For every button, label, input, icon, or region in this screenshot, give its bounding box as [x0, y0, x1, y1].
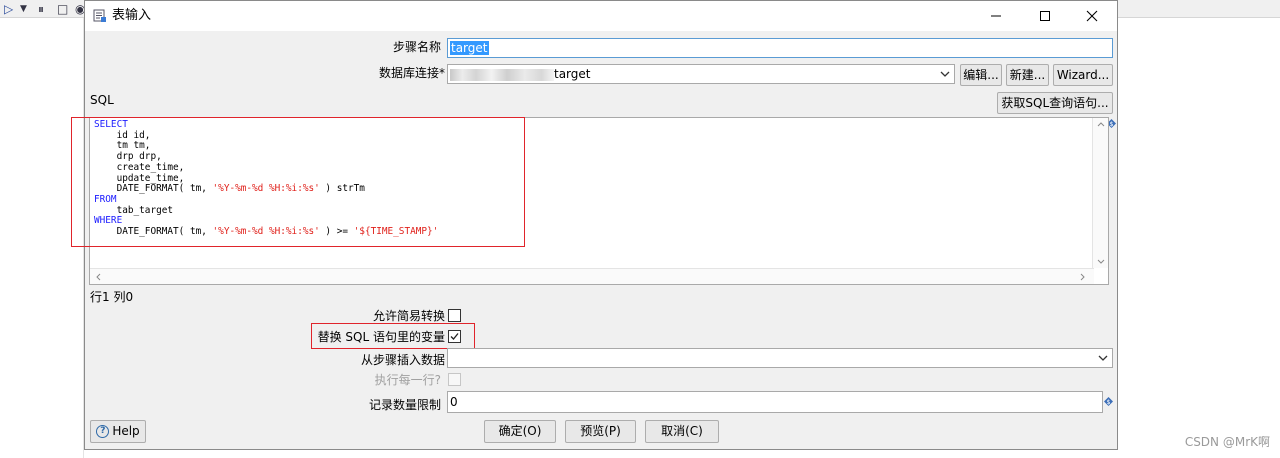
scroll-left-icon[interactable] — [95, 273, 101, 281]
step-name-label: 步骤名称 — [392, 40, 441, 54]
maximize-button[interactable] — [1022, 1, 1068, 31]
lazy-conversion-label: 允许简易转换 — [372, 309, 445, 323]
close-button[interactable] — [1069, 1, 1115, 31]
variable-icon: $ — [1104, 397, 1113, 406]
insert-from-step-select[interactable] — [447, 348, 1113, 368]
limit-value: 0 — [450, 395, 458, 409]
run-dropdown-icon[interactable]: ▼ — [20, 1, 27, 17]
step-name-value: target — [450, 41, 489, 55]
db-connection-value: target — [554, 67, 591, 81]
wizard-button[interactable]: Wizard... — [1053, 64, 1113, 86]
insert-from-step-label: 从步骤插入数据 — [360, 353, 445, 367]
get-sql-button[interactable]: 获取SQL查询语句... — [997, 92, 1113, 114]
cancel-button[interactable]: 取消(C) — [645, 420, 719, 443]
sql-label: SQL — [90, 93, 114, 107]
help-label: Help — [112, 424, 140, 438]
lazy-conversion-checkbox[interactable] — [448, 309, 461, 322]
horizontal-scrollbar[interactable] — [90, 268, 1094, 284]
db-connection-select[interactable]: target — [447, 64, 955, 84]
execute-each-row-checkbox — [448, 373, 461, 386]
title-bar: 表输入 — [85, 1, 1117, 31]
limit-label: 记录数量限制 — [368, 398, 441, 412]
replace-variables-highlight-box — [311, 323, 475, 349]
vertical-scrollbar[interactable] — [1092, 118, 1108, 268]
svg-text:$: $ — [1109, 121, 1113, 128]
minimize-icon — [991, 15, 1001, 17]
pause-icon[interactable]: ⏸ — [38, 1, 44, 17]
new-connection-button[interactable]: 新建... — [1006, 64, 1049, 86]
sql-highlight-box — [71, 117, 525, 247]
help-button[interactable]: ? Help — [90, 420, 146, 443]
step-name-input[interactable]: target — [447, 38, 1113, 58]
maximize-icon — [1040, 11, 1050, 21]
limit-input[interactable]: 0 — [447, 391, 1103, 413]
ok-button[interactable]: 确定(O) — [484, 420, 556, 443]
scroll-down-icon[interactable] — [1097, 259, 1105, 265]
db-connection-label: 数据库连接* — [378, 66, 445, 80]
table-input-dialog: 表输入 步骤名称 target 数据库连接* target 编辑... 新建..… — [71, 0, 1118, 450]
stop-icon[interactable]: □ — [57, 1, 68, 17]
scroll-up-icon[interactable] — [1097, 121, 1105, 127]
chevron-down-icon — [1098, 355, 1108, 361]
table-input-icon — [93, 9, 106, 22]
minimize-button[interactable] — [973, 1, 1019, 31]
preview-button[interactable]: 预览(P) — [565, 420, 636, 443]
svg-text:$: $ — [1106, 399, 1110, 406]
help-icon: ? — [96, 425, 110, 438]
chevron-down-icon — [940, 71, 950, 77]
cursor-position: 行1 列0 — [90, 290, 134, 304]
run-icon[interactable]: ▷ — [4, 1, 13, 17]
execute-each-row-label: 执行每一行? — [374, 373, 441, 387]
dialog-title: 表输入 — [112, 8, 152, 23]
edit-connection-button[interactable]: 编辑... — [960, 64, 1002, 86]
close-icon — [1086, 10, 1098, 22]
redacted-connection-prefix — [450, 68, 554, 81]
watermark: CSDN @MrK啊 — [1184, 435, 1270, 449]
scroll-right-icon[interactable] — [1080, 273, 1086, 281]
